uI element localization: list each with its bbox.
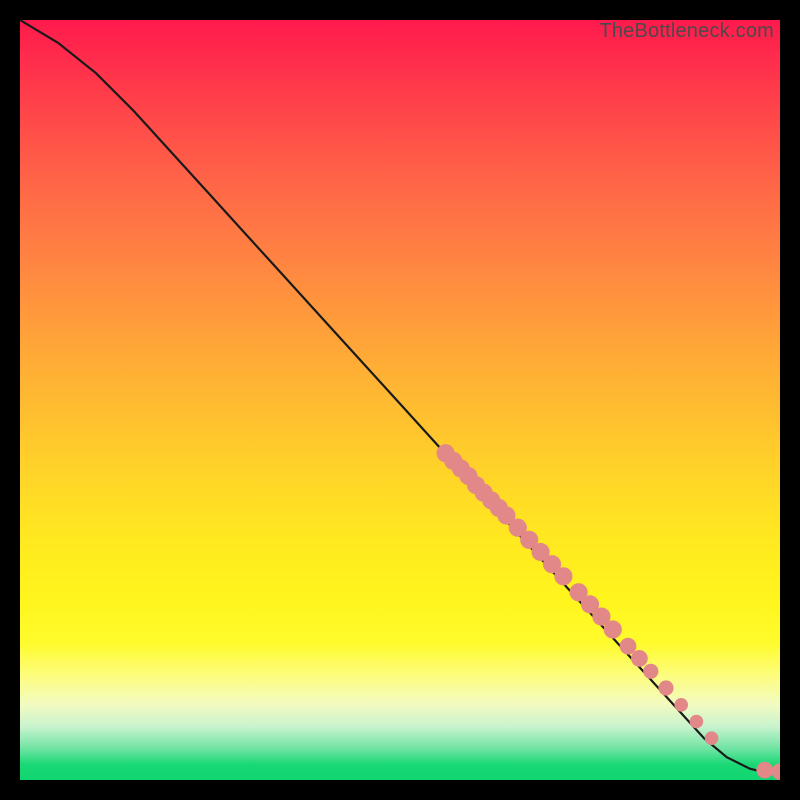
data-point: [756, 762, 773, 779]
data-point: [705, 731, 719, 745]
data-point: [772, 763, 780, 780]
data-point: [690, 715, 704, 729]
data-point: [604, 620, 622, 638]
highlighted-points-group: [437, 444, 781, 780]
data-point: [674, 698, 688, 712]
data-point: [658, 680, 673, 695]
data-point: [643, 664, 658, 679]
chart-frame: TheBottleneck.com: [20, 20, 780, 780]
chart-svg: [20, 20, 780, 780]
data-point: [554, 567, 572, 585]
bottleneck-curve-line: [20, 20, 780, 772]
data-point: [631, 650, 648, 667]
